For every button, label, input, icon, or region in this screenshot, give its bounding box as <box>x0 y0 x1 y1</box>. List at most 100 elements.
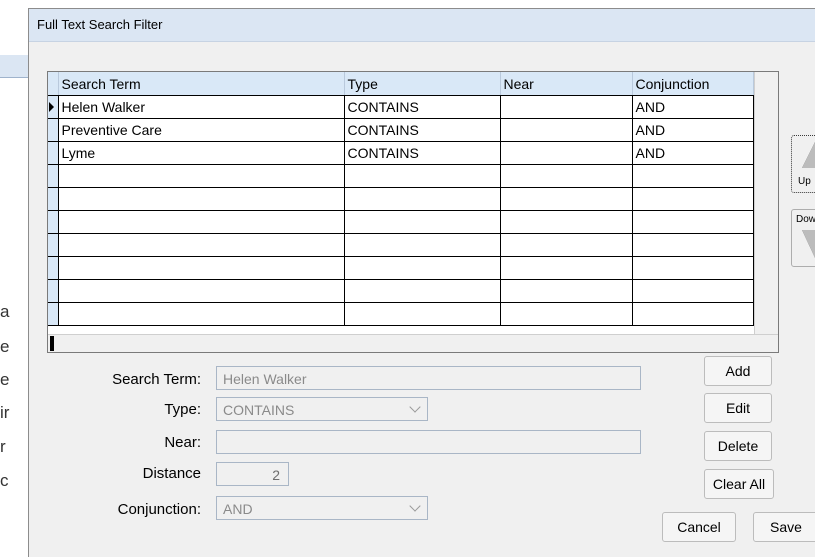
row-indicator[interactable] <box>48 95 59 119</box>
cell-term[interactable] <box>58 302 345 326</box>
table-row[interactable]: Helen Walker CONTAINS AND <box>48 95 754 119</box>
distance-field[interactable]: 2 <box>216 462 289 486</box>
cell-type[interactable] <box>344 164 501 188</box>
chevron-down-icon <box>409 500 421 512</box>
background-text: c <box>0 471 9 490</box>
column-header-search-term[interactable]: Search Term <box>58 72 345 96</box>
cell-conjunction[interactable] <box>632 187 754 211</box>
cell-conjunction[interactable] <box>632 164 754 188</box>
row-indicator[interactable] <box>48 279 59 303</box>
grid-horizontal-scrollbar[interactable] <box>48 334 778 352</box>
table-row[interactable]: Lyme CONTAINS AND <box>48 141 754 165</box>
cell-conjunction[interactable] <box>632 279 754 303</box>
cell-near[interactable] <box>500 141 633 165</box>
cell-conjunction[interactable] <box>632 302 754 326</box>
search-terms-table: Search Term Type Near Conjunction Helen … <box>48 72 754 326</box>
cell-conjunction[interactable] <box>632 210 754 234</box>
move-down-button[interactable]: Dow <box>791 209 815 267</box>
cell-term[interactable] <box>58 187 345 211</box>
cell-near[interactable] <box>500 118 633 142</box>
table-header-row: Search Term Type Near Conjunction <box>48 72 754 96</box>
cell-conjunction[interactable]: AND <box>632 118 754 142</box>
row-indicator[interactable] <box>48 233 59 257</box>
table-row[interactable]: Preventive Care CONTAINS AND <box>48 118 754 142</box>
cell-conjunction[interactable] <box>632 233 754 257</box>
table-row[interactable] <box>48 187 754 211</box>
move-up-button[interactable]: Up <box>791 135 815 193</box>
row-indicator[interactable] <box>48 141 59 165</box>
cell-near[interactable] <box>500 302 633 326</box>
cell-type[interactable]: CONTAINS <box>344 141 501 165</box>
title-bar[interactable]: Full Text Search Filter <box>29 9 815 42</box>
dialog-title: Full Text Search Filter <box>37 17 163 32</box>
search-terms-grid[interactable]: Search Term Type Near Conjunction Helen … <box>47 71 779 353</box>
row-indicator[interactable] <box>48 187 59 211</box>
cell-type[interactable] <box>344 187 501 211</box>
cell-type[interactable]: CONTAINS <box>344 95 501 119</box>
background-text: e <box>0 337 10 356</box>
table-row[interactable] <box>48 302 754 326</box>
cell-term[interactable]: Lyme <box>58 141 345 165</box>
cell-near[interactable] <box>500 95 633 119</box>
cell-term[interactable] <box>58 233 345 257</box>
cell-type[interactable] <box>344 279 501 303</box>
cell-term[interactable]: Helen Walker <box>58 95 345 119</box>
table-row[interactable] <box>48 164 754 188</box>
row-indicator[interactable] <box>48 302 59 326</box>
cell-term[interactable] <box>58 164 345 188</box>
row-indicator[interactable] <box>48 210 59 234</box>
background-text: ir <box>0 403 10 422</box>
conjunction-combobox[interactable]: AND <box>216 496 428 520</box>
cell-near[interactable] <box>500 164 633 188</box>
scroll-thumb[interactable] <box>50 336 54 351</box>
cell-conjunction[interactable]: AND <box>632 95 754 119</box>
background-window <box>0 0 30 548</box>
cell-term[interactable]: Preventive Care <box>58 118 345 142</box>
background-tab <box>0 55 28 78</box>
row-indicator[interactable] <box>48 256 59 280</box>
save-button[interactable]: Save <box>753 512 815 542</box>
conjunction-value: AND <box>223 501 253 517</box>
up-arrow-highlight <box>802 140 815 168</box>
near-label: Near: <box>164 434 201 451</box>
down-arrow-highlight <box>802 230 815 260</box>
table-row[interactable] <box>48 210 754 234</box>
add-button[interactable]: Add <box>704 356 772 386</box>
delete-button[interactable]: Delete <box>704 431 772 461</box>
search-term-field[interactable]: Helen Walker <box>216 366 641 390</box>
cell-term[interactable] <box>58 279 345 303</box>
clear-all-button[interactable]: Clear All <box>704 469 774 499</box>
grid-vertical-scrollbar[interactable] <box>754 72 778 334</box>
column-header-conjunction[interactable]: Conjunction <box>632 72 754 96</box>
cell-term[interactable] <box>58 210 345 234</box>
type-combobox[interactable]: CONTAINS <box>216 397 428 421</box>
row-indicator[interactable] <box>48 164 59 188</box>
cell-conjunction[interactable] <box>632 256 754 280</box>
table-row[interactable] <box>48 256 754 280</box>
cell-type[interactable] <box>344 256 501 280</box>
cell-type[interactable] <box>344 210 501 234</box>
chevron-down-icon <box>409 401 421 413</box>
column-header-type[interactable]: Type <box>344 72 501 96</box>
cell-near[interactable] <box>500 210 633 234</box>
near-field[interactable] <box>216 430 641 454</box>
table-row[interactable] <box>48 279 754 303</box>
cell-term[interactable] <box>58 256 345 280</box>
cell-near[interactable] <box>500 233 633 257</box>
cell-type[interactable]: CONTAINS <box>344 118 501 142</box>
move-up-label: Up <box>798 176 811 187</box>
cell-near[interactable] <box>500 256 633 280</box>
cell-type[interactable] <box>344 233 501 257</box>
cell-near[interactable] <box>500 187 633 211</box>
move-down-label: Dow <box>796 214 815 225</box>
conjunction-label: Conjunction: <box>117 501 201 518</box>
cell-type[interactable] <box>344 302 501 326</box>
cancel-button[interactable]: Cancel <box>662 512 736 542</box>
background-text: r <box>0 437 6 456</box>
table-row[interactable] <box>48 233 754 257</box>
edit-button[interactable]: Edit <box>704 393 772 423</box>
row-indicator[interactable] <box>48 118 59 142</box>
cell-near[interactable] <box>500 279 633 303</box>
cell-conjunction[interactable]: AND <box>632 141 754 165</box>
column-header-near[interactable]: Near <box>500 72 633 96</box>
